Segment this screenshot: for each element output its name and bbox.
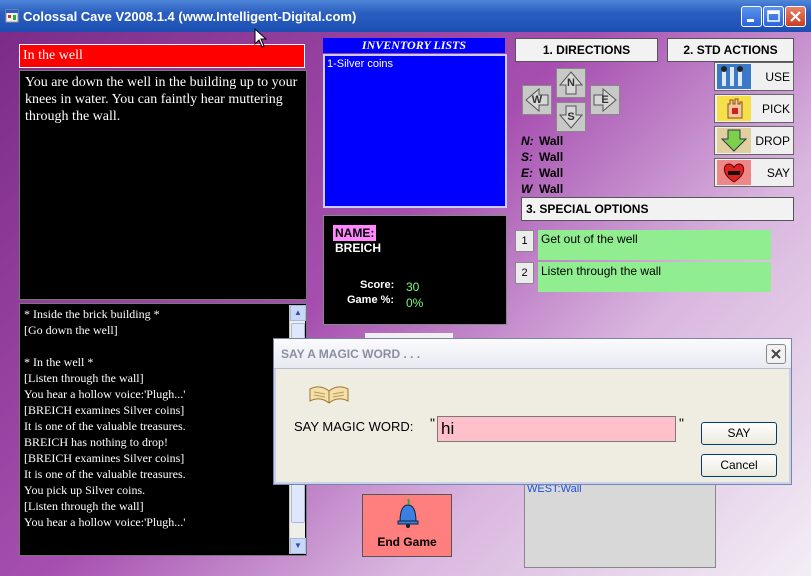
exit-info-box: WEST:Wall <box>524 480 716 568</box>
exit-dir: S: <box>521 150 533 164</box>
bell-icon <box>397 498 419 528</box>
game-percent-label: Game %: <box>347 294 395 306</box>
log-line: You hear a hollow voice:'Plugh...' <box>24 387 186 401</box>
close-quote: " <box>679 415 684 431</box>
scroll-down-button[interactable]: ▼ <box>290 538 306 554</box>
location-description: You are down the well in the building up… <box>19 70 307 300</box>
log-line: [Listen through the wall] <box>24 499 144 513</box>
exit-dir: E: <box>521 166 533 180</box>
pick-button[interactable]: PICK <box>714 94 794 123</box>
exit-value: Wall <box>539 134 564 148</box>
inventory-item[interactable]: 1-Silver coins <box>327 58 503 70</box>
exit-value: Wall <box>539 150 564 164</box>
special-options-header: 3. SPECIAL OPTIONS <box>521 197 794 221</box>
down-arrow-icon <box>717 128 751 153</box>
say-submit-button[interactable]: SAY <box>701 422 777 445</box>
scroll-up-button[interactable]: ▲ <box>290 305 306 321</box>
dialog-title-bar[interactable]: SAY A MAGIC WORD . . . <box>274 339 791 369</box>
say-button[interactable]: SAY <box>714 158 794 187</box>
player-stats: NAME: BREICH Score: 30 Game %: 0% <box>323 215 507 325</box>
name-label: NAME: <box>333 225 377 241</box>
score-value: 30 <box>406 280 420 294</box>
inventory-list[interactable]: 1-Silver coins <box>323 54 507 208</box>
magic-word-input[interactable] <box>437 416 676 442</box>
drop-label: DROP <box>755 134 790 148</box>
say-label: SAY <box>766 166 790 180</box>
minimize-button[interactable] <box>741 6 762 27</box>
log-line: * Inside the brick building * <box>24 307 160 321</box>
title-bar[interactable]: Colossal Cave V2008.1.4 (www.Intelligent… <box>0 0 811 32</box>
magic-word-label: SAY MAGIC WORD: <box>294 419 414 434</box>
tools-icon <box>717 64 751 89</box>
window-title: Colossal Cave V2008.1.4 (www.Intelligent… <box>23 9 357 24</box>
cancel-button[interactable]: Cancel <box>701 454 777 477</box>
maximize-icon <box>767 10 780 22</box>
west-button[interactable]: W <box>522 85 552 115</box>
log-line: [BREICH examines Silver coins] <box>24 403 185 417</box>
std-actions-header: 2. STD ACTIONS <box>667 38 794 62</box>
open-book-icon <box>309 386 349 404</box>
end-game-button[interactable]: End Game <box>362 494 452 557</box>
close-icon <box>771 349 781 359</box>
use-label: USE <box>765 70 790 84</box>
player-name: BREICH <box>335 241 382 255</box>
pick-label: PICK <box>761 102 790 116</box>
log-line: You pick up Silver coins. <box>24 483 146 497</box>
hand-icon <box>717 96 751 121</box>
direction-pad: N S W E <box>520 66 620 134</box>
dialog-title: SAY A MAGIC WORD . . . <box>281 347 421 361</box>
north-button[interactable]: N <box>556 68 586 98</box>
exit-value: Wall <box>539 182 564 196</box>
inventory-title: INVENTORY LISTS <box>323 38 505 53</box>
log-line: BREICH has nothing to drop! <box>24 435 168 449</box>
speaking-face-icon <box>717 160 751 185</box>
east-label: E <box>601 94 609 106</box>
maximize-button[interactable] <box>763 6 784 27</box>
log-line: It is one of the valuable treasures. <box>24 419 186 433</box>
exit-west: W Wall <box>521 182 563 196</box>
magic-word-dialog: SAY A MAGIC WORD . . . SAY MAGIC WORD: "… <box>273 338 792 485</box>
north-label: N <box>567 77 575 89</box>
game-window: Colossal Cave V2008.1.4 (www.Intelligent… <box>0 0 811 576</box>
option-1-number[interactable]: 1 <box>515 230 534 252</box>
log-line: [BREICH examines Silver coins] <box>24 451 185 465</box>
exit-south: S: Wall <box>521 150 563 164</box>
exit-north: N: Wall <box>521 134 563 148</box>
use-button[interactable]: USE <box>714 62 794 91</box>
log-line: [Listen through the wall] <box>24 371 144 385</box>
mouse-cursor-icon <box>254 28 268 48</box>
exit-value: Wall <box>539 166 564 180</box>
exit-dir: W <box>521 182 533 196</box>
minimize-icon <box>747 19 754 22</box>
exit-dir: N: <box>521 134 534 148</box>
dialog-close-button[interactable] <box>766 344 786 364</box>
west-label: W <box>531 94 543 106</box>
open-quote: " <box>430 415 435 431</box>
drop-button[interactable]: DROP <box>714 126 794 155</box>
log-line: [Go down the well] <box>24 323 118 337</box>
game-percent-value: 0% <box>406 296 424 310</box>
log-line: You hear a hollow voice:'Plugh...' <box>24 515 186 529</box>
close-button[interactable] <box>785 6 806 27</box>
app-icon <box>5 9 19 23</box>
option-1[interactable]: Get out of the well <box>538 230 771 260</box>
east-button[interactable]: E <box>590 85 620 115</box>
south-label: S <box>567 111 575 123</box>
close-icon <box>790 11 801 22</box>
score-label: Score: <box>360 279 395 291</box>
option-2[interactable]: Listen through the wall <box>538 262 771 292</box>
end-game-label: End Game <box>377 535 437 549</box>
directions-header: 1. DIRECTIONS <box>515 38 658 62</box>
exit-east: E: Wall <box>521 166 563 180</box>
log-line: It is one of the valuable treasures. <box>24 467 186 481</box>
message-log[interactable]: * Inside the brick building * [Go down th… <box>19 303 307 556</box>
option-2-number[interactable]: 2 <box>515 262 534 284</box>
south-button[interactable]: S <box>556 102 586 132</box>
log-line: * In the well * <box>24 355 94 369</box>
